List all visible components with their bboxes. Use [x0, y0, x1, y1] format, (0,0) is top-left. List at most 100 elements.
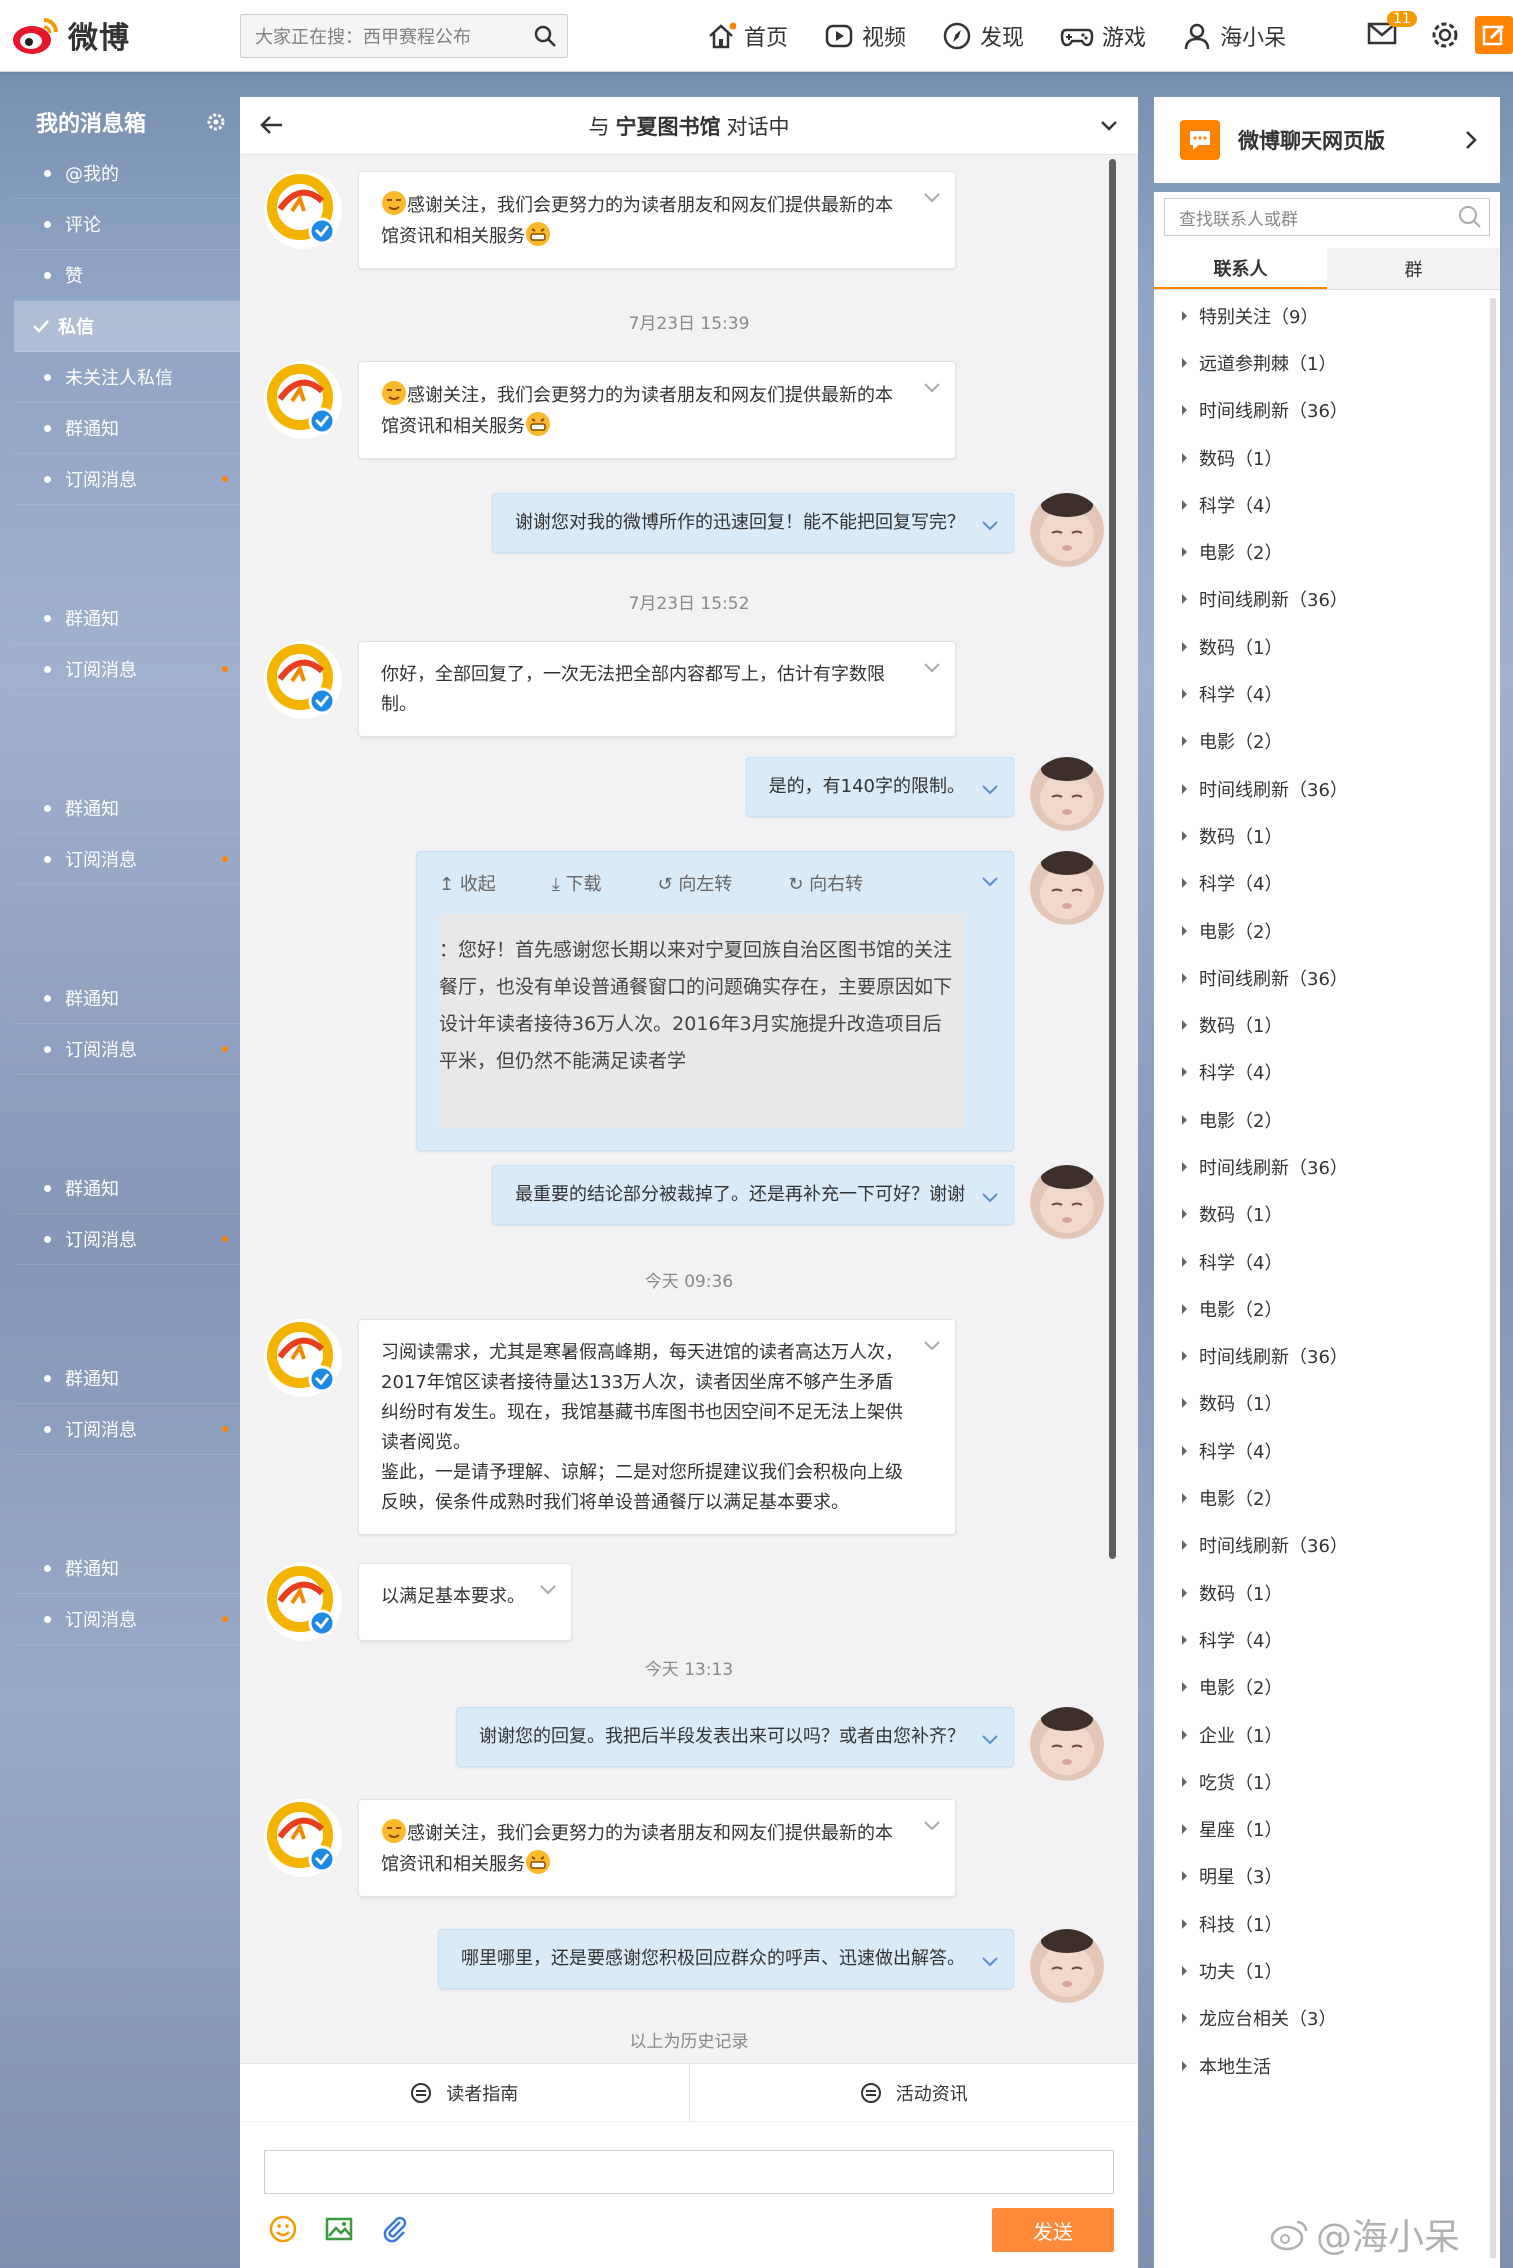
- contact-group-item[interactable]: 数码（1）: [1154, 1191, 1500, 1238]
- chevron-down-icon[interactable]: [923, 662, 941, 674]
- chevron-down-icon[interactable]: [981, 1192, 999, 1204]
- user-avatar[interactable]: [1030, 851, 1104, 925]
- compose-button[interactable]: [1475, 16, 1513, 54]
- message-bubble[interactable]: 谢谢您对我的微博所作的迅速回复！能不能把回复写完？: [492, 493, 1014, 553]
- contact-search-input[interactable]: 查找联系人或群: [1179, 205, 1457, 230]
- chevron-down-icon[interactable]: [923, 382, 941, 394]
- contact-group-item[interactable]: 时间线刷新（36）: [1154, 1522, 1500, 1569]
- chevron-down-icon[interactable]: [923, 1340, 941, 1352]
- sidebar-item-unfollowed-messages[interactable]: 未关注人私信: [14, 352, 240, 403]
- sidebar-item-subscriptions[interactable]: 订阅消息: [14, 1404, 240, 1455]
- chevron-down-icon[interactable]: [981, 1956, 999, 1968]
- contact-group-item[interactable]: 远道参荆棘（1）: [1154, 339, 1500, 386]
- message-bubble[interactable]: 习阅读需求，尤其是寒暑假高峰期，每天进馆的读者高达万人次，2017年馆区读者接待…: [358, 1319, 956, 1535]
- sidebar-item-subscriptions[interactable]: 订阅消息: [14, 454, 240, 505]
- emoji-picker-icon[interactable]: [268, 2214, 298, 2249]
- contact-group-item[interactable]: 时间线刷新（36）: [1154, 765, 1500, 812]
- user-avatar[interactable]: [1030, 1929, 1104, 2003]
- contact-group-item[interactable]: 电影（2）: [1154, 718, 1500, 765]
- user-avatar[interactable]: [1030, 1707, 1104, 1781]
- user-avatar[interactable]: [1030, 757, 1104, 831]
- contact-group-item[interactable]: 本地生活: [1154, 2042, 1500, 2089]
- sidebar-item-group-notices[interactable]: 群通知: [14, 783, 240, 834]
- contact-group-item[interactable]: 科学（4）: [1154, 481, 1500, 528]
- message-bubble[interactable]: 最重要的结论部分被裁掉了。还是再补充一下可好？谢谢: [492, 1165, 1014, 1225]
- contact-group-item[interactable]: 时间线刷新（36）: [1154, 387, 1500, 434]
- nav-home[interactable]: 首页: [706, 18, 788, 54]
- library-avatar[interactable]: [264, 171, 342, 249]
- contact-group-item[interactable]: 数码（1）: [1154, 1569, 1500, 1616]
- contact-group-item[interactable]: 电影（2）: [1154, 907, 1500, 954]
- sidebar-item-group-notices[interactable]: 群通知: [14, 403, 240, 454]
- contact-group-item[interactable]: 数码（1）: [1154, 812, 1500, 859]
- web-chat-header[interactable]: 微博聊天网页版: [1154, 97, 1500, 183]
- chevron-down-icon[interactable]: [981, 520, 999, 532]
- nav-video[interactable]: 视频: [824, 18, 906, 54]
- chevron-down-icon[interactable]: [981, 1734, 999, 1746]
- message-bubble[interactable]: 以满足基本要求。: [358, 1563, 572, 1641]
- message-input[interactable]: [264, 2150, 1114, 2194]
- back-arrow-icon[interactable]: [258, 111, 286, 139]
- message-bubble[interactable]: 感谢关注，我们会更努力的为读者朋友和网友们提供最新的本馆资讯和相关服务: [358, 1799, 956, 1897]
- contact-group-item[interactable]: 数码（1）: [1154, 1001, 1500, 1048]
- nav-discover[interactable]: 发现: [942, 18, 1024, 54]
- contact-group-item[interactable]: 电影（2）: [1154, 528, 1500, 575]
- contact-group-item[interactable]: 科学（4）: [1154, 1238, 1500, 1285]
- library-avatar[interactable]: [264, 641, 342, 719]
- chat-messages[interactable]: 感谢关注，我们会更努力的为读者朋友和网友们提供最新的本馆资讯和相关服务 7月23…: [240, 155, 1138, 2063]
- contact-group-item[interactable]: 科学（4）: [1154, 1427, 1500, 1474]
- sidebar-item-subscriptions[interactable]: 订阅消息: [14, 644, 240, 695]
- gear-icon[interactable]: [206, 112, 226, 132]
- message-bubble[interactable]: 哪里哪里，还是要感谢您积极回应群众的呼声、迅速做出解答。: [438, 1929, 1014, 1989]
- contact-group-item[interactable]: 科学（4）: [1154, 670, 1500, 717]
- contact-group-item[interactable]: 时间线刷新（36）: [1154, 1143, 1500, 1190]
- tab-contacts[interactable]: 联系人: [1154, 248, 1327, 289]
- message-bubble[interactable]: 谢谢您的回复。我把后半段发表出来可以吗？或者由您补齐？: [456, 1707, 1014, 1767]
- contact-group-item[interactable]: 时间线刷新（36）: [1154, 576, 1500, 623]
- rotate-right-button[interactable]: ↻ 向右转: [788, 870, 891, 900]
- download-button[interactable]: ⤓ 下载: [552, 870, 630, 900]
- contact-group-item[interactable]: 科学（4）: [1154, 860, 1500, 907]
- sidebar-item-subscriptions[interactable]: 订阅消息: [14, 1024, 240, 1075]
- sidebar-item-subscriptions[interactable]: 订阅消息: [14, 1214, 240, 1265]
- rotate-left-button[interactable]: ↺ 向左转: [658, 870, 761, 900]
- contact-group-item[interactable]: 科学（4）: [1154, 1049, 1500, 1096]
- contact-group-item[interactable]: 明星（3）: [1154, 1853, 1500, 1900]
- user-avatar[interactable]: [1030, 1165, 1104, 1239]
- tab-groups[interactable]: 群: [1327, 248, 1500, 289]
- chat-partner-name[interactable]: 宁夏图书馆: [616, 111, 721, 141]
- library-avatar[interactable]: [264, 1563, 342, 1641]
- attached-image[interactable]: ：您好！首先感谢您长期以来对宁夏回族自治区图书馆的关注 餐厅，也没有单设普通餐窗…: [439, 914, 965, 1128]
- sidebar-item-group-notices[interactable]: 群通知: [14, 1353, 240, 1404]
- send-button[interactable]: 发送: [992, 2208, 1114, 2252]
- search-input[interactable]: 大家正在搜：西甲赛程公布: [255, 23, 523, 49]
- mail-button[interactable]: 11: [1367, 10, 1417, 52]
- message-bubble[interactable]: 感谢关注，我们会更努力的为读者朋友和网友们提供最新的本馆资讯和相关服务: [358, 361, 956, 459]
- menu-activities[interactable]: 活动资讯: [690, 2064, 1139, 2121]
- chat-scrollbar[interactable]: [1109, 159, 1116, 1559]
- contact-group-item[interactable]: 吃货（1）: [1154, 1758, 1500, 1805]
- chevron-down-icon[interactable]: [981, 784, 999, 796]
- contact-group-item[interactable]: 功夫（1）: [1154, 1947, 1500, 1994]
- contact-group-item[interactable]: 特别关注（9）: [1154, 292, 1500, 339]
- chevron-down-icon[interactable]: [1098, 115, 1120, 137]
- message-bubble[interactable]: 你好，全部回复了，一次无法把全部内容都写上，估计有字数限制。: [358, 641, 956, 737]
- contact-group-item[interactable]: 电影（2）: [1154, 1664, 1500, 1711]
- nav-games[interactable]: 游戏: [1060, 18, 1146, 54]
- contact-group-item[interactable]: 数码（1）: [1154, 434, 1500, 481]
- chevron-down-icon[interactable]: [923, 1820, 941, 1832]
- contact-group-item[interactable]: 企业（1）: [1154, 1711, 1500, 1758]
- library-avatar[interactable]: [264, 361, 342, 439]
- contact-group-item[interactable]: 时间线刷新（36）: [1154, 954, 1500, 1001]
- image-message-bubble[interactable]: ↥ 收起 ⤓ 下载 ↺ 向左转 ↻ 向右转 ：您好！首先感谢您长期以来对宁夏回族…: [416, 851, 1014, 1151]
- contact-group-item[interactable]: 电影（2）: [1154, 1474, 1500, 1521]
- attachment-icon[interactable]: [380, 2214, 410, 2249]
- contact-group-item[interactable]: 数码（1）: [1154, 623, 1500, 670]
- contact-group-item[interactable]: 龙应台相关（3）: [1154, 1995, 1500, 2042]
- contact-search-box[interactable]: 查找联系人或群: [1164, 198, 1490, 236]
- collapse-button[interactable]: ↥ 收起: [439, 870, 524, 900]
- sidebar-item-subscriptions[interactable]: 订阅消息: [14, 1594, 240, 1645]
- menu-reader-guide[interactable]: 读者指南: [240, 2064, 690, 2121]
- contact-group-item[interactable]: 科学（4）: [1154, 1616, 1500, 1663]
- contact-group-item[interactable]: 电影（2）: [1154, 1096, 1500, 1143]
